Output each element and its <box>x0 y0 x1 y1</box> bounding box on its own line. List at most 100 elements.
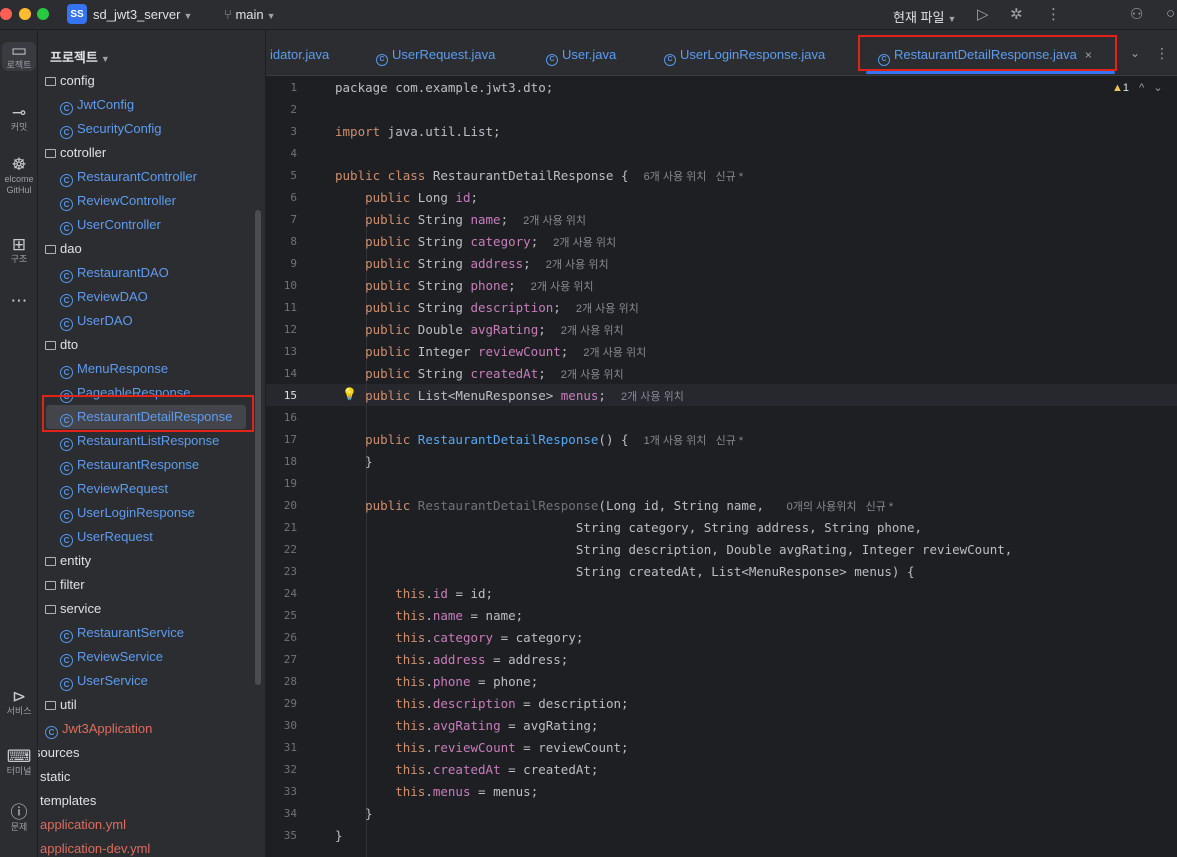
tree-folder[interactable]: service <box>45 597 101 621</box>
line-number: 6 <box>290 191 297 204</box>
project-badge[interactable]: SS <box>67 4 87 24</box>
tree-item[interactable]: C RestaurantController <box>60 165 197 189</box>
tree-item[interactable]: C UserRequest <box>60 525 153 549</box>
tool-github[interactable]: ☸ elcome GitHul <box>0 156 37 196</box>
tool-commit[interactable]: ⊸ 커밋 <box>0 104 37 133</box>
tree-item[interactable]: C RestaurantDAO <box>60 261 169 285</box>
code-token: . <box>425 630 433 645</box>
code-token: . <box>425 696 433 711</box>
tab-more-icon[interactable]: ⋮ <box>1155 45 1169 62</box>
usage-hint[interactable]: 0개의 사용위치 신규 * <box>787 501 894 513</box>
tab-list-chevron-icon[interactable]: ⌄ <box>1130 46 1140 60</box>
zoom-window-button[interactable] <box>37 8 49 20</box>
tool-terminal[interactable]: ⌨ 터미널 <box>0 748 37 777</box>
tree-folder[interactable]: util <box>45 693 77 717</box>
editor-tab[interactable]: idator.java <box>270 47 329 62</box>
tree-folder[interactable]: filter <box>45 573 85 597</box>
close-window-button[interactable] <box>0 8 12 20</box>
code-token: . <box>425 608 433 623</box>
code-token: description <box>470 300 554 315</box>
tree-item[interactable]: C UserController <box>60 213 161 237</box>
usage-hint[interactable]: 6개 사용 위치 신규 * <box>644 171 744 183</box>
tree-item[interactable]: C RestaurantListResponse <box>60 429 219 453</box>
tree-item[interactable]: C Jwt3Application <box>45 717 152 741</box>
line-number: 3 <box>290 125 297 138</box>
tree-folder[interactable]: dao <box>45 237 82 261</box>
tree-item[interactable]: C RestaurantService <box>60 621 184 645</box>
tool-services[interactable]: ⊳ 서비스 <box>0 688 37 717</box>
tree-folder[interactable]: dto <box>45 333 78 357</box>
branch-selector[interactable]: ⑂ main ▼ <box>224 7 276 22</box>
usage-hint[interactable]: 2개 사용 위치 <box>576 303 639 315</box>
usage-hint[interactable]: 2개 사용 위치 <box>523 215 586 227</box>
editor-tab-bar: ⌄ ⋮ idator.java C UserRequest.java C User.ja… <box>266 30 1177 76</box>
usage-hint[interactable]: 1개 사용 위치 신규 * <box>644 435 744 447</box>
tree-item[interactable]: C ReviewDAO <box>60 285 148 309</box>
project-tree-scrollbar[interactable] <box>255 210 261 685</box>
code-line: public RestaurantDetailResponse() { 1개 사… <box>335 429 743 451</box>
more-options-icon[interactable]: ⋮ <box>1046 5 1061 23</box>
tree-item[interactable]: C MenuResponse <box>60 357 168 381</box>
minimize-window-button[interactable] <box>19 8 31 20</box>
warning-count: 1 <box>1122 82 1130 94</box>
debug-icon[interactable]: ✲ <box>1010 5 1023 23</box>
tool-more[interactable]: ⋯ <box>0 292 37 310</box>
usage-hint[interactable]: 2개 사용 위치 <box>561 369 624 381</box>
usage-hint[interactable]: 2개 사용 위치 <box>561 325 624 337</box>
tree-item[interactable]: templates <box>40 789 96 813</box>
code-token: . <box>425 652 433 667</box>
previous-highlight-icon[interactable]: ^ <box>1139 82 1144 94</box>
tool-folder[interactable]: ▭ 로젝트 <box>2 42 36 71</box>
tree-item[interactable]: C ReviewService <box>60 645 163 669</box>
line-number: 1 <box>290 81 297 94</box>
tool-structure[interactable]: ⊞ 구조 <box>0 235 37 265</box>
code-line: public String phone; 2개 사용 위치 <box>335 275 594 297</box>
project-selector[interactable]: sd_jwt3_server ▼ <box>93 7 192 22</box>
run-config-selector[interactable]: 현재 파일 ▼ <box>893 7 956 26</box>
tree-item[interactable]: C UserLoginResponse <box>60 501 195 525</box>
code-token: address <box>470 256 524 271</box>
tree-folder[interactable]: entity <box>45 549 91 573</box>
tree-item[interactable]: C ReviewController <box>60 189 176 213</box>
structure-icon: ⊞ <box>11 235 27 254</box>
close-tab-icon[interactable]: × <box>1085 48 1092 62</box>
usage-hint[interactable]: 2개 사용 위치 <box>621 391 684 403</box>
editor-tab[interactable]: C UserRequest.java <box>376 47 495 66</box>
run-icon[interactable]: ▷ <box>977 5 989 23</box>
search-icon[interactable]: ○ <box>1166 5 1175 22</box>
tool-problems[interactable]: ⓘ 문제 <box>0 804 37 833</box>
code-token: this <box>395 630 426 645</box>
editor-tab[interactable]: C UserLoginResponse.java <box>664 47 825 66</box>
tree-item[interactable]: C ReviewRequest <box>60 477 168 501</box>
next-highlight-icon[interactable]: ⌄ <box>1153 82 1162 94</box>
tree-item-label: RestaurantListResponse <box>77 433 220 448</box>
code-token: category <box>470 234 531 249</box>
tree-item[interactable]: C JwtConfig <box>60 93 134 117</box>
editor-tab[interactable]: C User.java <box>546 47 616 66</box>
tree-item[interactable]: C RestaurantResponse <box>60 453 199 477</box>
usage-hint[interactable]: 2개 사용 위치 <box>531 281 594 293</box>
add-user-icon[interactable]: ⚇ <box>1130 5 1143 23</box>
inspection-widget[interactable]: ▲1 ^ ⌄ <box>1112 81 1163 94</box>
code-editor[interactable]: 💡 ▲1 ^ ⌄ 1 2 3 4 5 6 7 8 9 10 11 12 13 14 15 16 17 18 19 20… <box>266 76 1177 857</box>
tree-item[interactable]: C UserService <box>60 669 148 693</box>
tree-folder[interactable]: config <box>45 69 95 93</box>
usage-hint[interactable]: 2개 사용 위치 <box>553 237 616 249</box>
tree-folder[interactable]: cotroller <box>45 141 106 165</box>
editor-tab[interactable]: C RestaurantDetailResponse.java × <box>878 47 1092 66</box>
usage-hint[interactable]: 2개 사용 위치 <box>583 347 646 359</box>
tree-item[interactable]: C UserDAO <box>60 309 133 333</box>
usage-hint[interactable]: 2개 사용 위치 <box>546 259 609 271</box>
tree-item[interactable]: C SecurityConfig <box>60 117 162 141</box>
tree-item[interactable]: application.yml <box>40 813 126 837</box>
tree-item[interactable]: application-dev.yml <box>40 837 150 857</box>
tree-item[interactable]: C RestaurantDetailResponse <box>46 405 246 429</box>
tree-item[interactable]: C PageableResponse <box>60 381 190 405</box>
tool-label: 문제 <box>10 822 28 832</box>
tree-item[interactable]: sources <box>38 741 80 765</box>
project-panel-header[interactable]: 프로젝트 ▼ <box>50 47 110 66</box>
tree-item[interactable]: static <box>40 765 70 789</box>
code-line: this.avgRating = avgRating; <box>335 715 598 737</box>
